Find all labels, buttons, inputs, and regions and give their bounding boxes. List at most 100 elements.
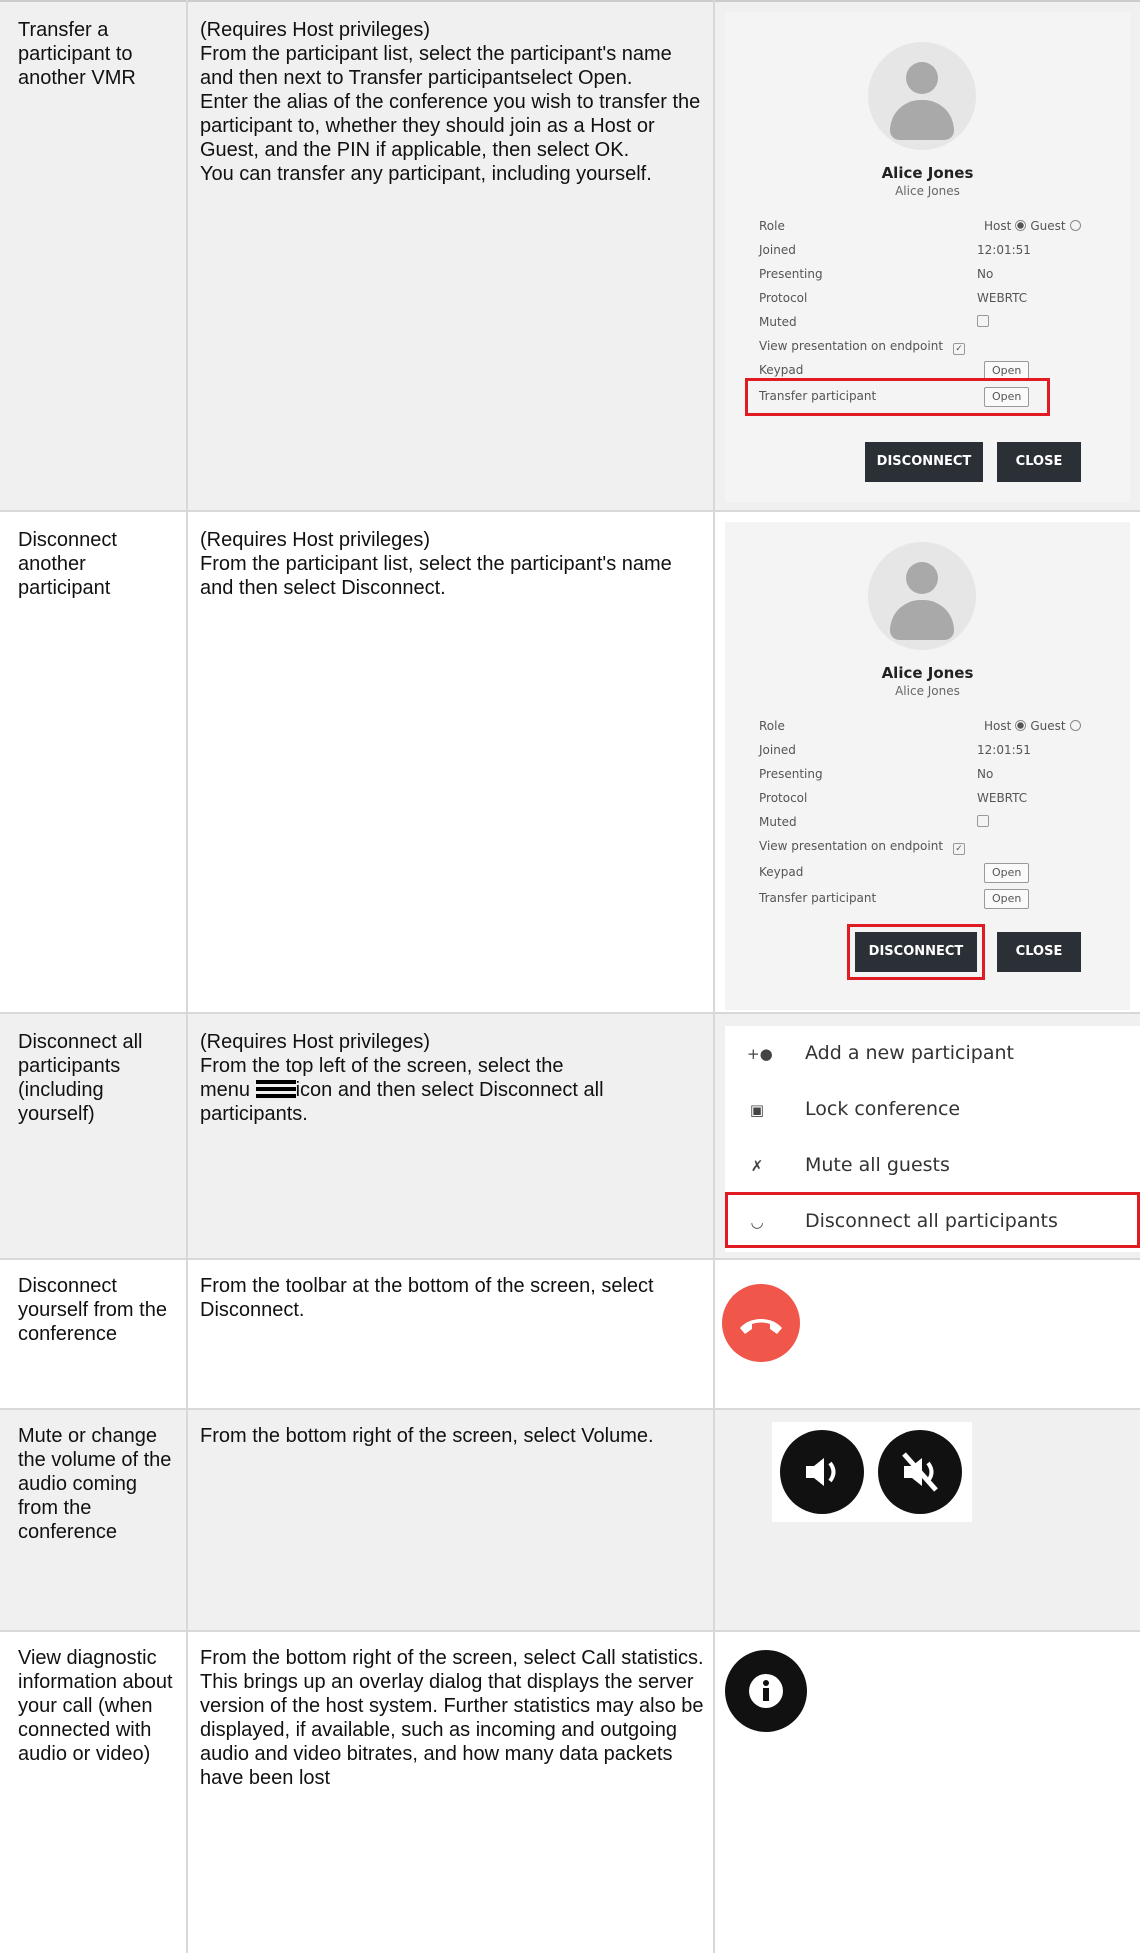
call-statistics-button[interactable] [725, 1650, 807, 1732]
divider [0, 1408, 1140, 1410]
prop-joined: Joined 12:01:51 [759, 743, 1031, 757]
description-line: You can transfer any participant, includ… [200, 163, 652, 185]
mute-button[interactable] [878, 1430, 962, 1514]
highlight-box [745, 378, 1050, 416]
description-cell: (Requires Host privileges) From the part… [200, 528, 705, 600]
hang-up-button[interactable] [722, 1284, 800, 1362]
menu-item-lock-conference[interactable]: ▣ Lock conference [725, 1082, 1140, 1138]
prop-view-presentation: View presentation on endpoint ✓ [759, 834, 1099, 858]
participant-dialog: Alice Jones Alice Jones Role Host Guest Jo… [725, 12, 1130, 502]
add-person-icon: +● [747, 1045, 773, 1063]
hang-up-icon [740, 1319, 782, 1334]
description-line: (Requires Host privileges) [200, 529, 431, 551]
action-text: Transfer a participant to another VMR [18, 19, 136, 89]
speaker-icon [806, 1458, 836, 1486]
participant-name: Alice Jones [881, 664, 974, 682]
avatar [868, 542, 976, 650]
hamburger-menu-icon [255, 1080, 296, 1098]
action-text: Mute or change the volume of the audio c… [18, 1425, 172, 1543]
guest-radio[interactable] [1069, 220, 1081, 231]
participant-alias: Alice Jones [895, 684, 960, 698]
description-line: From the participant list, select the pa… [200, 553, 672, 599]
description-line: (Requires Host privileges) [200, 1031, 431, 1053]
description-line: From the participant list, select the pa… [200, 43, 672, 89]
participant-name: Alice Jones [881, 164, 974, 182]
participant-alias: Alice Jones [895, 184, 960, 198]
keypad-open-button[interactable]: Open [984, 863, 1030, 883]
prop-view-presentation: View presentation on endpoint ✓ [759, 334, 1099, 358]
description-cell: (Requires Host privileges) From the top … [200, 1030, 705, 1126]
prop-keypad: Keypad Open [759, 860, 1099, 884]
prop-muted: Muted [759, 810, 1099, 834]
divider [0, 1630, 1140, 1632]
host-radio[interactable] [1015, 720, 1027, 731]
divider [713, 0, 715, 1953]
menu-item-mute-guests[interactable]: ✗ Mute all guests [725, 1138, 1140, 1194]
prop-joined: Joined 12:01:51 [759, 243, 1031, 257]
view-presentation-checkbox[interactable]: ✓ [953, 343, 965, 355]
speaker-muted-icon [902, 1452, 938, 1492]
host-radio[interactable] [1015, 220, 1027, 231]
guest-radio[interactable] [1069, 720, 1081, 731]
muted-checkbox[interactable] [977, 815, 989, 827]
prop-transfer: Transfer participant Open [759, 886, 1099, 910]
action-cell: View diagnostic information about your c… [18, 1646, 178, 1766]
menu-item-add-participant[interactable]: +● Add a new participant [725, 1026, 1140, 1082]
description-line: This brings up an overlay dialog that di… [200, 1671, 704, 1789]
avatar [868, 42, 976, 150]
prop-protocol: Protocol WEBRTC [759, 291, 1028, 305]
participant-dialog: Alice Jones Alice Jones Role Host Guest Jo… [725, 522, 1130, 1010]
action-cell: Disconnect another participant [18, 528, 178, 600]
info-icon [749, 1674, 783, 1708]
action-text: Disconnect another participant [18, 529, 117, 599]
conference-menu: +● Add a new participant ▣ Lock conference… [725, 1026, 1140, 1252]
action-text: View diagnostic information about your c… [18, 1647, 173, 1765]
table-row-disconnect-all: Disconnect all participants (including y… [0, 1012, 1140, 1258]
description-cell: (Requires Host privileges) From the part… [200, 18, 705, 186]
divider [186, 0, 188, 1953]
mic-off-icon: ✗ [750, 1157, 764, 1175]
highlight-box [847, 924, 985, 980]
action-cell: Disconnect all participants (including y… [18, 1030, 178, 1126]
disconnect-button[interactable]: DISCONNECT [865, 442, 983, 482]
highlight-box [725, 1192, 1140, 1248]
table-row-disconnect-self: Disconnect yourself from the conference … [0, 1258, 1140, 1408]
table-row-transfer: Transfer a participant to another VMR (R… [0, 0, 1140, 510]
close-button[interactable]: CLOSE [997, 442, 1081, 482]
prop-presenting: Presenting No [759, 267, 994, 281]
description-line: From the top left of the screen, select … [200, 1055, 564, 1077]
action-text: Disconnect all participants (including y… [18, 1031, 143, 1125]
action-cell: Transfer a participant to another VMR [18, 18, 178, 90]
action-cell: Mute or change the volume of the audio c… [18, 1424, 178, 1544]
description-line: (Requires Host privileges) [200, 19, 431, 41]
description-line: Enter the alias of the conference you wi… [200, 91, 701, 161]
table-row-volume: Mute or change the volume of the audio c… [0, 1408, 1140, 1630]
divider [0, 1258, 1140, 1260]
description-cell: From the bottom right of the screen, sel… [200, 1424, 705, 1448]
description-cell: From the bottom right of the screen, sel… [200, 1646, 705, 1790]
action-text: Disconnect yourself from the conference [18, 1275, 167, 1345]
prop-muted: Muted [759, 310, 1099, 334]
view-presentation-checkbox[interactable]: ✓ [953, 843, 965, 855]
description-cell: From the toolbar at the bottom of the sc… [200, 1274, 705, 1322]
muted-checkbox[interactable] [977, 315, 989, 327]
description-line: From the bottom right of the screen, sel… [200, 1425, 654, 1447]
volume-button[interactable] [780, 1430, 864, 1514]
divider [0, 0, 1140, 2]
lock-icon: ▣ [749, 1101, 765, 1119]
volume-icons [772, 1422, 972, 1522]
transfer-open-button[interactable]: Open [984, 889, 1030, 909]
prop-protocol: Protocol WEBRTC [759, 791, 1028, 805]
table-row-disconnect-other: Disconnect another participant (Requires… [0, 510, 1140, 1012]
close-button[interactable]: CLOSE [997, 932, 1081, 972]
description-line: From the toolbar at the bottom of the sc… [200, 1275, 654, 1321]
divider [0, 1012, 1140, 1014]
description-line: menu icon and then select Disconnect all… [200, 1079, 604, 1125]
table-row-call-statistics: View diagnostic information about your c… [0, 1630, 1140, 1953]
divider [0, 510, 1140, 512]
prop-presenting: Presenting No [759, 767, 994, 781]
prop-role: Role Host Guest [759, 714, 1099, 738]
prop-role: Role Host Guest [759, 214, 1099, 238]
description-line: From the bottom right of the screen, sel… [200, 1647, 704, 1669]
action-cell: Disconnect yourself from the conference [18, 1274, 178, 1346]
